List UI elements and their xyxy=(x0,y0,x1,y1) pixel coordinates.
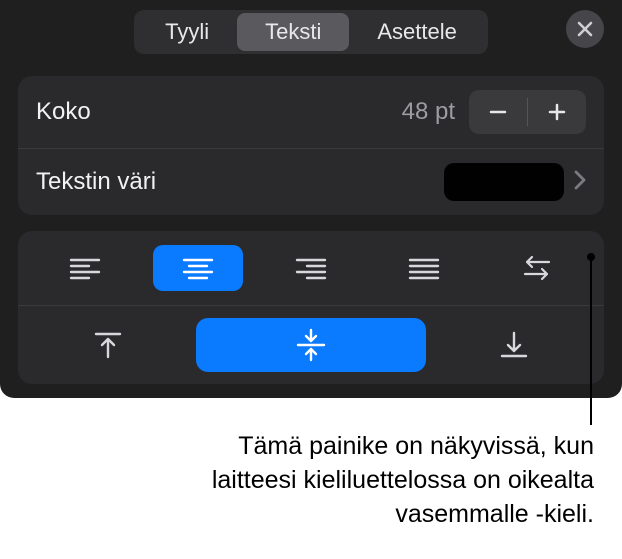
text-color-label: Tekstin väri xyxy=(36,168,444,196)
rtl-direction-icon xyxy=(521,255,553,281)
alignment-group xyxy=(18,231,604,384)
size-row: Koko 48 pt xyxy=(18,76,604,149)
text-direction-button[interactable] xyxy=(492,245,582,291)
size-value[interactable]: 48 pt xyxy=(402,98,455,126)
plus-icon xyxy=(546,101,568,123)
align-center-button[interactable] xyxy=(153,245,243,291)
align-right-button[interactable] xyxy=(266,245,356,291)
valign-bottom-button[interactable] xyxy=(442,318,586,372)
text-color-row[interactable]: Tekstin väri xyxy=(18,149,604,215)
size-label: Koko xyxy=(36,98,402,126)
align-justify-icon xyxy=(408,256,440,280)
disclosure-chevron xyxy=(574,170,586,195)
valign-top-button[interactable] xyxy=(36,318,180,372)
chevron-right-icon xyxy=(574,170,586,190)
format-panel: Tyyli Teksti Asettele Koko 48 pt xyxy=(0,0,622,398)
size-decrease-button[interactable] xyxy=(469,90,527,134)
align-justify-button[interactable] xyxy=(379,245,469,291)
align-left-button[interactable] xyxy=(40,245,130,291)
valign-middle-button[interactable] xyxy=(196,318,426,372)
tab-style[interactable]: Tyyli xyxy=(137,13,237,51)
tabs-segmented-control: Tyyli Teksti Asettele xyxy=(134,10,488,54)
size-stepper xyxy=(469,90,586,134)
size-increase-button[interactable] xyxy=(528,90,586,134)
align-center-icon xyxy=(182,256,214,280)
callout-caption: Tämä painike on näkyvissä, kun laitteesi… xyxy=(174,430,594,531)
valign-middle-icon xyxy=(294,328,328,362)
callout-line xyxy=(590,255,592,425)
align-left-icon xyxy=(69,256,101,280)
tab-text[interactable]: Teksti xyxy=(237,13,349,51)
text-properties-group: Koko 48 pt Tekstin väri xyxy=(18,76,604,215)
text-color-swatch[interactable] xyxy=(444,163,564,201)
close-icon xyxy=(576,20,594,38)
tab-bar: Tyyli Teksti Asettele xyxy=(0,0,622,68)
close-button[interactable] xyxy=(566,10,604,48)
valign-bottom-icon xyxy=(498,329,530,361)
valign-top-icon xyxy=(92,329,124,361)
tab-arrange[interactable]: Asettele xyxy=(349,13,485,51)
minus-icon xyxy=(487,101,509,123)
horizontal-alignment-row xyxy=(18,231,604,306)
vertical-alignment-row xyxy=(18,306,604,384)
align-right-icon xyxy=(295,256,327,280)
